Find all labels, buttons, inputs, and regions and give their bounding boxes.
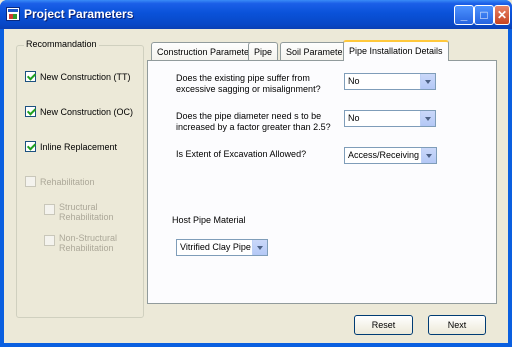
excavation-question-label: Is Extent of Excavation Allowed? [176,149,307,159]
checkbox-label: New Construction (TT) [40,71,131,82]
excavation-select[interactable]: Access/Receiving p [344,147,437,164]
close-button[interactable]: ✕ [494,5,510,25]
checkbox-label: Structural Rehabilitation [59,202,114,222]
non-structural-rehabilitation-checkbox: Non-Structural Rehabilitation [44,233,129,253]
checkbox-unchecked-icon [44,235,55,246]
title-bar[interactable]: Project Parameters _ □ ✕ [0,0,512,29]
tab-pipe[interactable]: Pipe [248,42,279,60]
rehabilitation-checkbox: Rehabilitation [25,176,95,187]
inline-replacement-checkbox[interactable]: Inline Replacement [25,141,117,152]
host-pipe-material-value: Vitrified Clay Pipe [180,242,251,252]
reset-button[interactable]: Reset [354,315,413,335]
checkbox-label: Non-Structural Rehabilitation [59,233,118,253]
checkbox-label: Inline Replacement [40,141,118,152]
tab-pipe-installation-details[interactable]: Pipe Installation Details [343,40,449,61]
minimize-button[interactable]: _ [454,5,474,25]
structural-rehabilitation-checkbox: Structural Rehabilitation [44,202,129,222]
excavation-select-value: Access/Receiving p [348,150,427,160]
chevron-down-icon[interactable] [420,74,435,89]
checkbox-checked-icon [25,106,36,117]
pipe-installation-details-page: Does the existing pipe suffer from exces… [147,60,497,304]
tab-control: Construction Parameters Pipe Soil Parame… [147,40,497,304]
checkbox-label: Rehabilitation [40,176,95,187]
sagging-select-value: No [348,76,360,86]
next-button[interactable]: Next [428,315,486,335]
chevron-down-icon[interactable] [421,148,436,163]
sagging-question-label: Does the existing pipe suffer from exces… [176,73,321,94]
checkbox-unchecked-icon [44,204,55,215]
host-pipe-material-select[interactable]: Vitrified Clay Pipe [176,239,268,256]
recommendation-title: Recommandation [24,39,99,49]
new-construction-tt-checkbox[interactable]: New Construction (TT) [25,71,131,82]
sagging-select[interactable]: No [344,73,436,90]
project-parameters-window: Project Parameters _ □ ✕ Recommandation … [0,0,512,347]
checkbox-label: New Construction (OC) [40,106,134,117]
diameter-select-value: No [348,113,360,123]
maximize-button[interactable]: □ [474,5,494,25]
diameter-question-label: Does the pipe diameter need s to be incr… [176,111,331,132]
chevron-down-icon[interactable] [420,111,435,126]
checkbox-unchecked-icon [25,176,36,187]
checkbox-checked-icon [25,71,36,82]
client-area: Recommandation New Construction (TT) New… [4,29,508,343]
checkbox-checked-icon [25,141,36,152]
tab-construction-parameters[interactable]: Construction Parameters [151,42,263,60]
app-icon [6,7,20,21]
window-title: Project Parameters [24,7,134,21]
chevron-down-icon[interactable] [252,240,267,255]
host-pipe-material-label: Host Pipe Material [172,215,246,225]
recommendation-group: Recommandation New Construction (TT) New… [16,39,144,318]
diameter-select[interactable]: No [344,110,436,127]
new-construction-oc-checkbox[interactable]: New Construction (OC) [25,106,133,117]
tab-soil-parameter[interactable]: Soil Parameter [280,42,352,60]
